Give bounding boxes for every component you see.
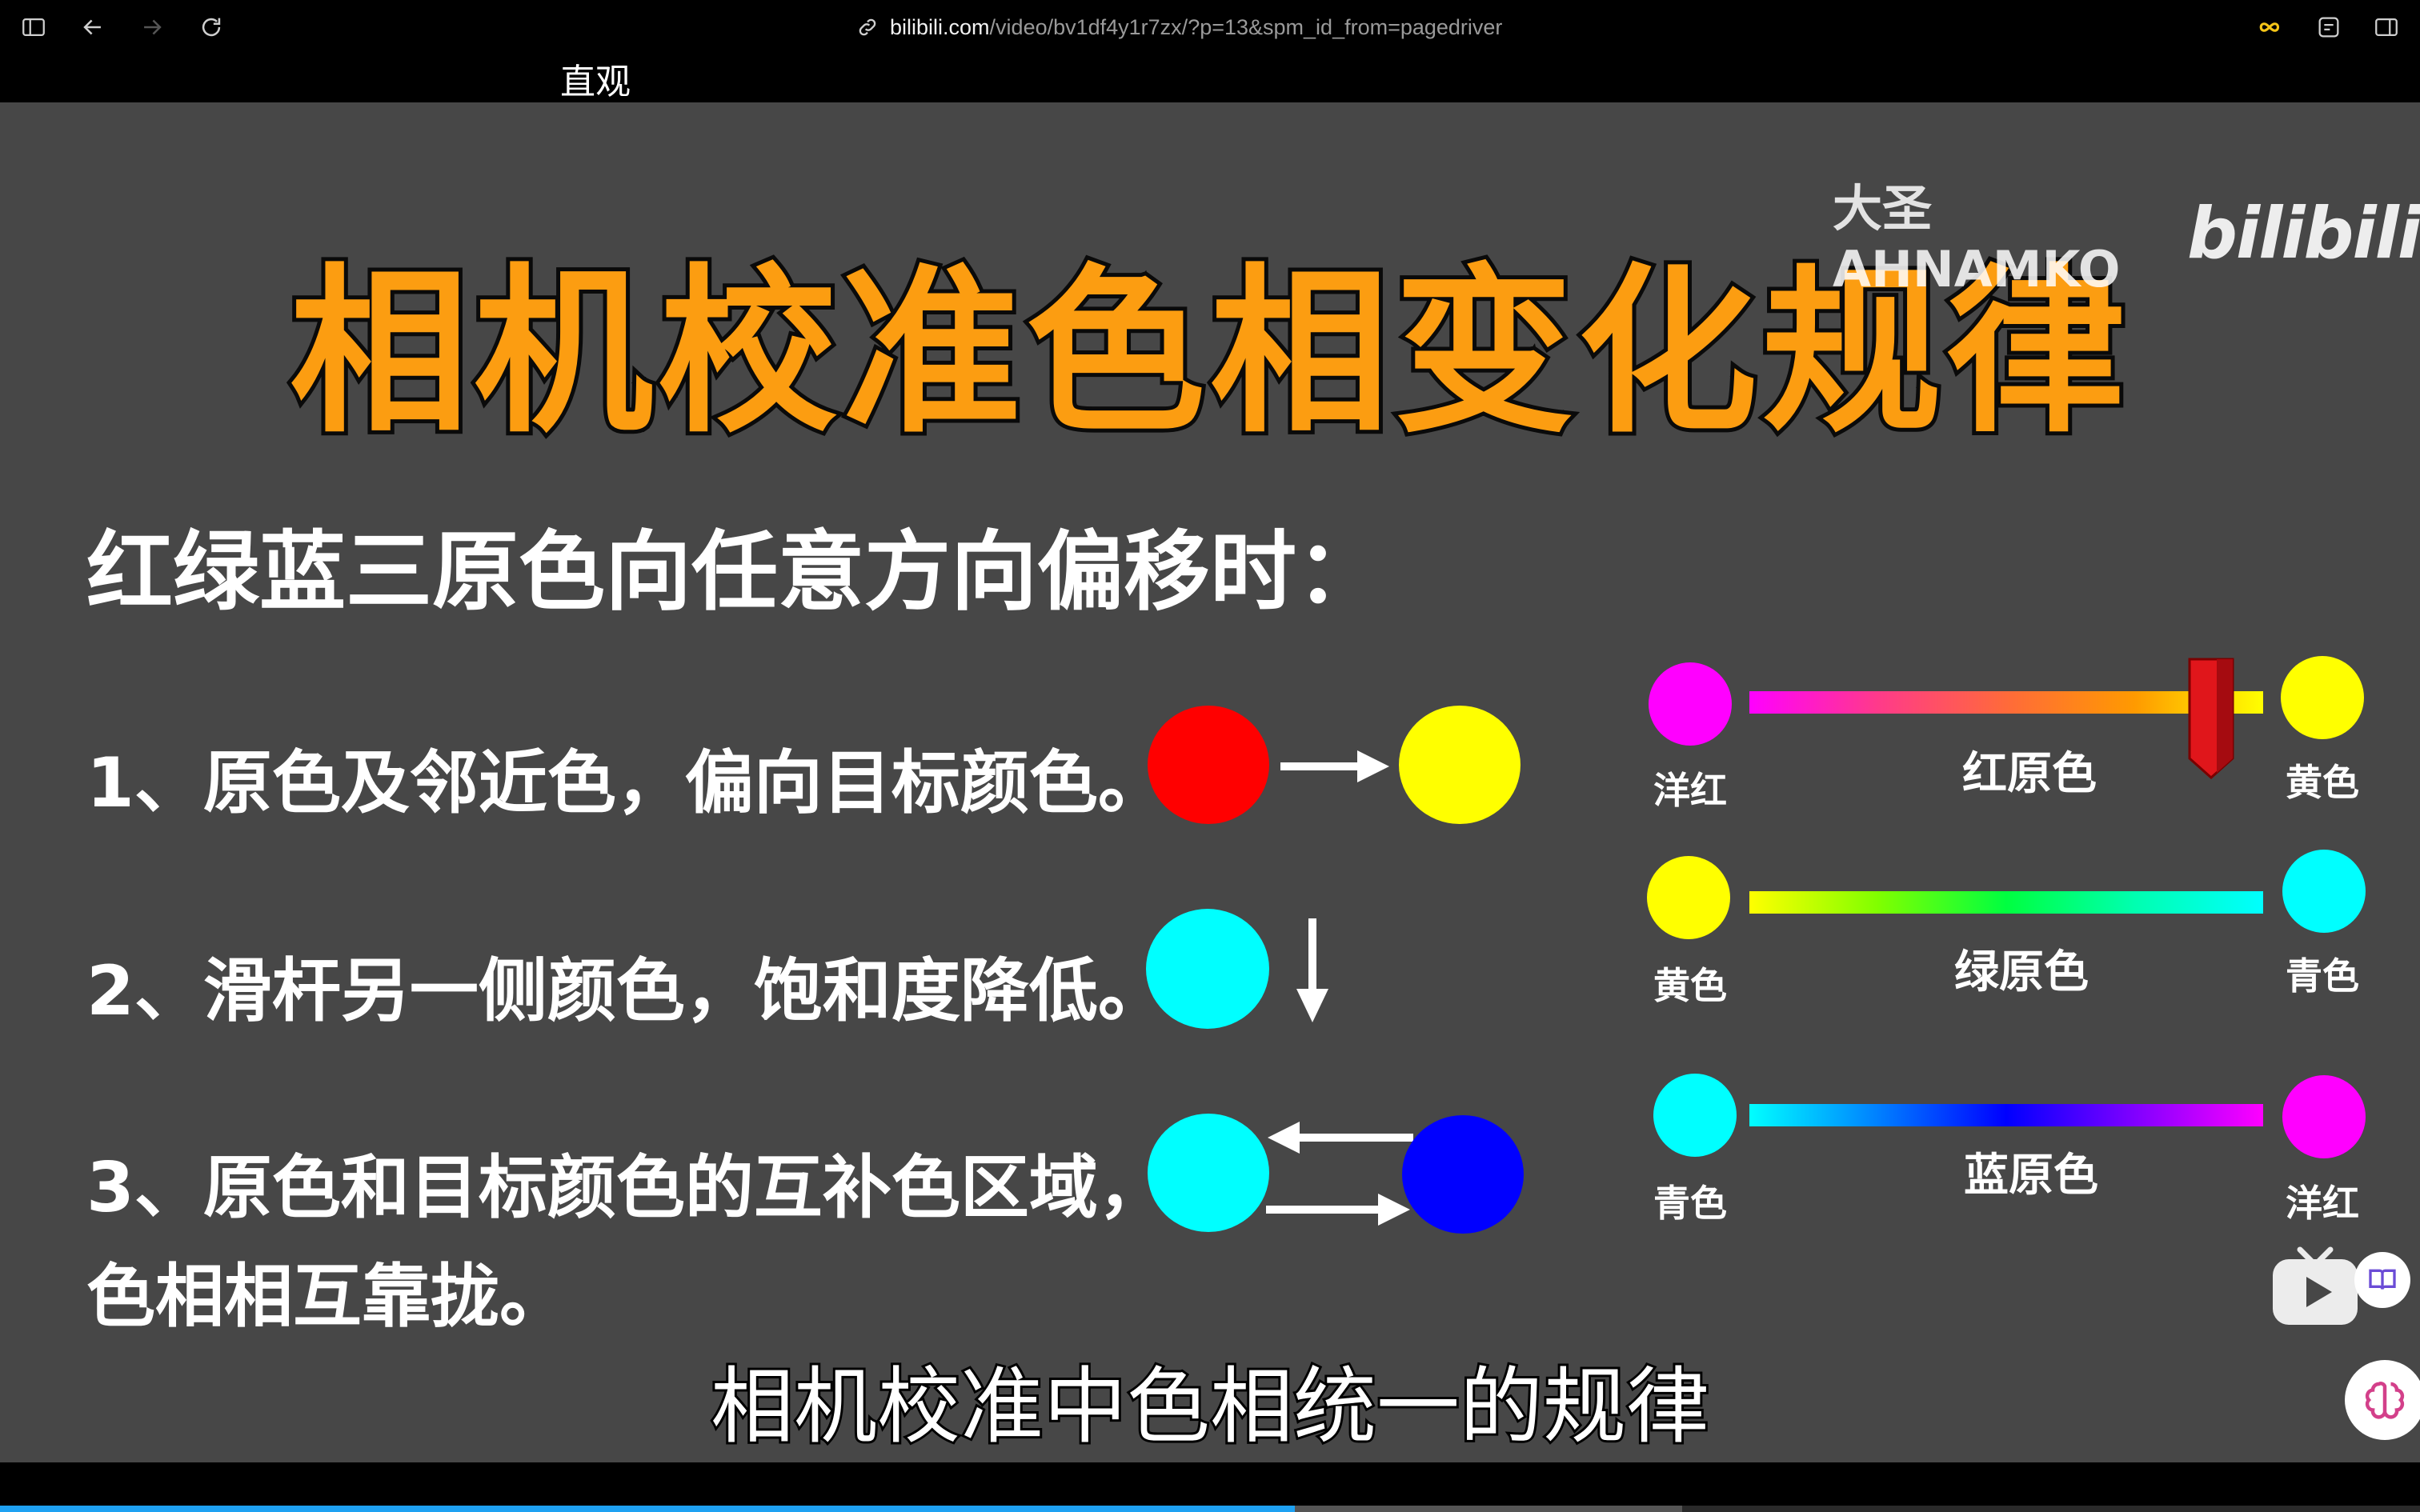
down-arrow-icon [1296, 918, 1328, 1022]
progress-fill [0, 1506, 1295, 1512]
infinity-icon[interactable] [2254, 10, 2289, 45]
converge-arrows-icon [1266, 1122, 1413, 1226]
back-icon[interactable] [75, 10, 110, 45]
sidebar-icon[interactable] [16, 10, 51, 45]
slider-blue-right-label: 洋红 [2286, 1182, 2359, 1225]
link-icon [859, 18, 876, 36]
tab-overview-icon[interactable] [2311, 10, 2346, 45]
slider-blue-left-label: 青色 [1653, 1182, 1727, 1225]
split-view-icon[interactable] [2369, 10, 2404, 45]
slider-green-left-swatch [1647, 856, 1730, 939]
rule-1-text: 1、原色及邻近色，偏向目标颜色。 [86, 743, 1167, 823]
slider-green-label: 绿原色 [1954, 946, 2089, 998]
watermark: 大圣AHNAMKO bilibili [1833, 168, 2420, 298]
watermark-author: 大圣AHNAMKO [1833, 179, 2121, 298]
rule-2-text: 2、滑杆另一侧颜色，饱和度降低。 [86, 951, 1167, 1031]
url-host: bilibili.com [890, 14, 990, 39]
video-player[interactable]: 相机校准色相变化规律 大圣AHNAMKO bilibili 红绿蓝三原色向任意方… [0, 102, 2420, 1462]
slider-green-left-label: 黄色 [1653, 964, 1727, 1007]
slider-red-right-label: 黄色 [2286, 761, 2359, 804]
slider-blue-right-swatch [2282, 1075, 2366, 1158]
reader-icon[interactable] [2354, 1252, 2410, 1308]
progress-bar[interactable] [0, 1506, 2420, 1512]
rule-3-text-line2: 色相相互靠拢。 [86, 1257, 568, 1337]
page-title: 直观 [560, 62, 631, 102]
slider-blue-label: 蓝原色 [1964, 1150, 2098, 1202]
address-bar[interactable]: bilibili.com/video/bv1df4y1r7zx/?p=13&sp… [856, 11, 1502, 43]
slider-blue-track[interactable] [1749, 1104, 2263, 1126]
browser-toolbar: bilibili.com/video/bv1df4y1r7zx/?p=13&sp… [0, 0, 2420, 53]
yellow-circle [1399, 706, 1521, 824]
video-subtitle: 相机校准中色相统一的规律 [708, 1355, 1712, 1458]
url-path: /video/bv1df4y1r7zx/?p=13&spm_id_from=pa… [989, 14, 1503, 39]
slider-red-right-swatch [2281, 656, 2364, 739]
slider-green-track[interactable] [1749, 891, 2263, 914]
slider-red-left-label: 洋红 [1653, 769, 1727, 812]
slider-blue-left-swatch [1653, 1074, 1737, 1157]
brain-icon[interactable] [2345, 1360, 2420, 1440]
cyan-circle [1148, 1114, 1269, 1232]
slider-red-left-swatch [1649, 662, 1732, 746]
magenta-circle [1146, 909, 1269, 1029]
right-arrow-icon [1280, 750, 1389, 782]
slide-heading: 红绿蓝三原色向任意方向偏移时： [86, 522, 1384, 622]
reload-icon[interactable] [194, 10, 229, 45]
blue-circle [1402, 1115, 1524, 1234]
forward-icon[interactable] [134, 10, 170, 45]
slider-red-handle[interactable] [2186, 656, 2238, 784]
slider-red-label: 红原色 [1962, 748, 2097, 800]
tv-icon[interactable] [2271, 1246, 2359, 1326]
rule-3-text-line1: 3、原色和目标颜色的互补色区域， [86, 1148, 1167, 1228]
red-circle [1148, 706, 1269, 824]
bilibili-logo: bilibili [2187, 192, 2420, 274]
slider-green-right-swatch [2282, 850, 2366, 933]
slider-green-right-label: 青色 [2286, 954, 2359, 998]
